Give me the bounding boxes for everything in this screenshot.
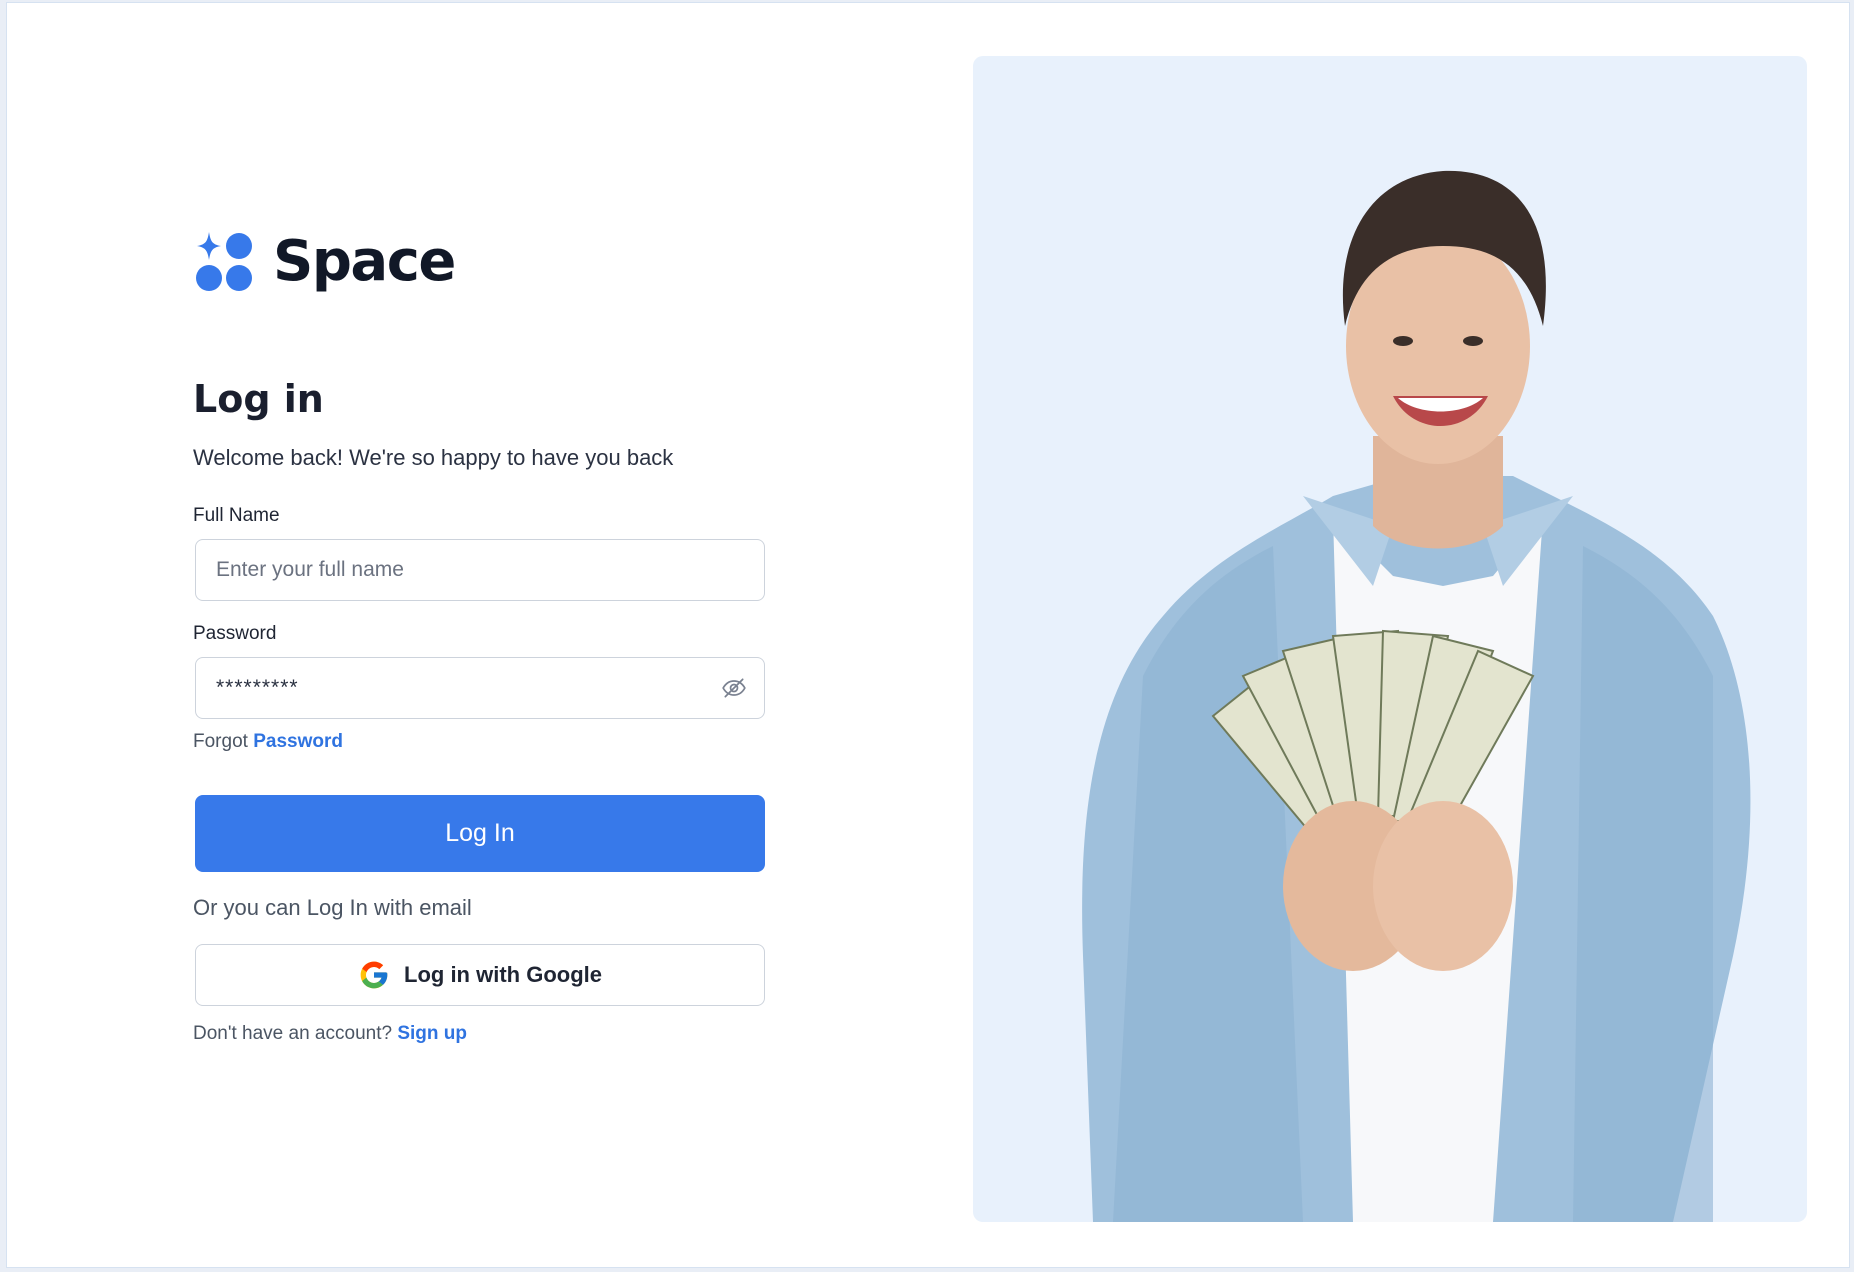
google-login-label: Log in with Google [404, 962, 602, 987]
hero-illustration [1082, 170, 1751, 1222]
forgot-prefix: Forgot [193, 731, 248, 752]
login-button[interactable]: Log In [195, 795, 765, 872]
google-icon [358, 959, 390, 991]
full-name-input[interactable] [195, 539, 765, 601]
brand-logo: Space [193, 229, 456, 295]
page-title: Log in [193, 377, 324, 421]
sparkle-dots-icon [193, 230, 257, 294]
google-login-button[interactable]: Log in with Google [195, 944, 765, 1006]
login-page: Space Log in Welcome back! We're so happ… [6, 2, 1850, 1268]
signup-line: Don't have an account? Sign up [193, 1020, 467, 1048]
welcome-subtitle: Welcome back! We're so happy to have you… [193, 445, 674, 470]
password-input[interactable] [195, 657, 765, 719]
brand-name: Space [273, 229, 456, 294]
signup-link[interactable]: Sign up [397, 1023, 467, 1044]
signup-prefix: Don't have an account? [193, 1023, 393, 1044]
forgot-password-line: Forgot Password [193, 729, 343, 755]
full-name-label: Full Name [193, 505, 280, 526]
forgot-password-link[interactable]: Password [253, 731, 343, 752]
alternate-login-text: Or you can Log In with email [193, 895, 472, 920]
password-label: Password [193, 623, 277, 644]
hero-image-panel [973, 56, 1807, 1222]
eye-off-icon[interactable] [721, 675, 747, 701]
